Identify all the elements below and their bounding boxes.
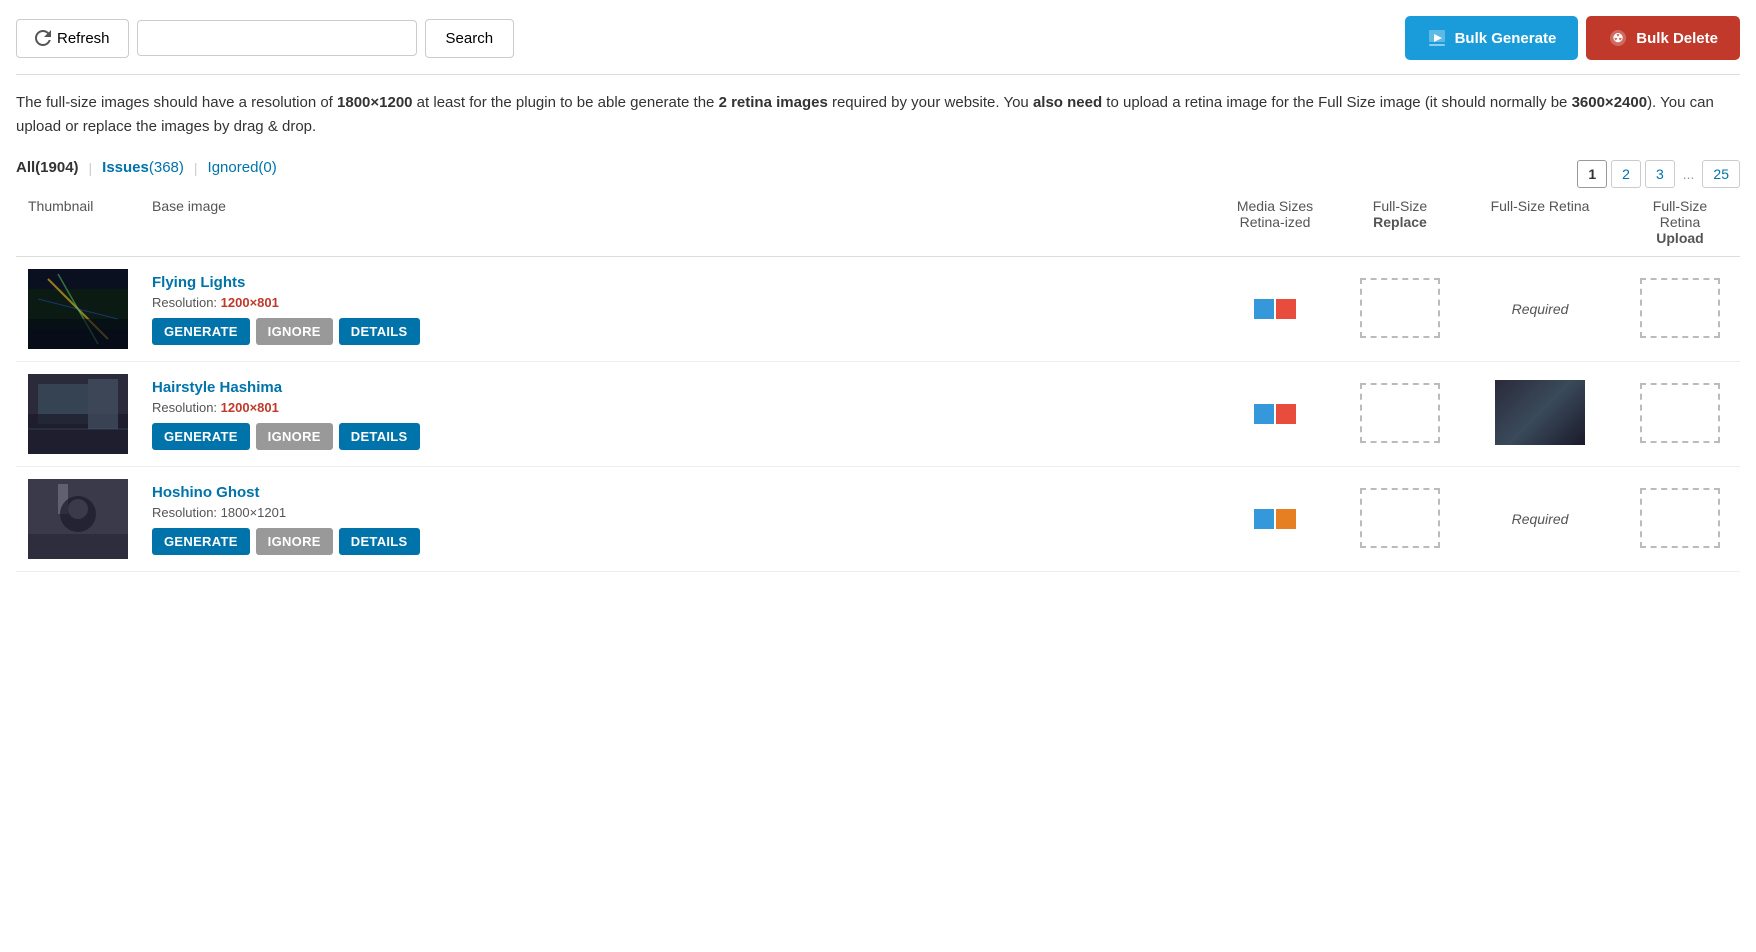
bulk-generate-button[interactable]: Bulk Generate (1405, 16, 1579, 60)
square-orange-hoshino (1276, 509, 1296, 529)
fullsize-replace-cell-flying-lights[interactable] (1340, 257, 1460, 362)
retina-thumb-hairstyle (1495, 380, 1585, 445)
table-header-row: Thumbnail Base image Media Sizes Retina-… (16, 188, 1740, 257)
fullsize-upload-dropzone-flying-lights[interactable] (1640, 278, 1720, 338)
action-buttons-hoshino: GENERATE IGNORE DETAILS (152, 528, 1198, 555)
square-red-hairstyle (1276, 404, 1296, 424)
base-cell-flying-lights: Flying Lights Resolution: 1200×801 GENER… (140, 257, 1210, 362)
color-squares-hoshino (1222, 509, 1328, 529)
fullsize-upload-cell-flying-lights[interactable] (1620, 257, 1740, 362)
fullsize-retina-cell-flying-lights: Required (1460, 257, 1620, 362)
square-blue-hoshino (1254, 509, 1274, 529)
ignore-button-hairstyle[interactable]: IGNORE (256, 423, 333, 450)
table-row: Flying Lights Resolution: 1200×801 GENER… (16, 257, 1740, 362)
thumbnail-flying-lights (28, 269, 128, 349)
thumbnail-hairstyle (28, 374, 128, 454)
fullsize-replace-dropzone-hairstyle[interactable] (1360, 383, 1440, 443)
details-button-hoshino[interactable]: DETAILS (339, 528, 420, 555)
resolution-hoshino: Resolution: 1800×1201 (152, 505, 1198, 520)
thumbnail-cell-hairstyle (16, 362, 140, 467)
image-title-hoshino[interactable]: Hoshino Ghost (152, 484, 1198, 501)
search-input[interactable] (137, 20, 417, 56)
generate-button-flying-lights[interactable]: GENERATE (152, 318, 250, 345)
fullsize-upload-cell-hoshino[interactable] (1620, 467, 1740, 572)
filter-tabs: All(1904) | Issues(368) | Ignored(0) (16, 159, 277, 176)
refresh-button[interactable]: Refresh (16, 19, 129, 58)
bulk-delete-icon: ☢ (1608, 28, 1628, 48)
square-red-flying-lights (1276, 299, 1296, 319)
fullsize-upload-cell-hairstyle[interactable] (1620, 362, 1740, 467)
page-25[interactable]: 25 (1702, 160, 1740, 188)
image-title-hairstyle[interactable]: Hairstyle Hashima (152, 379, 1198, 396)
ignore-button-flying-lights[interactable]: IGNORE (256, 318, 333, 345)
col-header-retina: Full-Size Retina (1460, 188, 1620, 257)
generate-button-hoshino[interactable]: GENERATE (152, 528, 250, 555)
fullsize-replace-dropzone-flying-lights[interactable] (1360, 278, 1440, 338)
base-cell-hairstyle: Hairstyle Hashima Resolution: 1200×801 G… (140, 362, 1210, 467)
fullsize-upload-dropzone-hoshino[interactable] (1640, 488, 1720, 548)
details-button-flying-lights[interactable]: DETAILS (339, 318, 420, 345)
fullsize-retina-cell-hairstyle (1460, 362, 1620, 467)
action-buttons-hairstyle: GENERATE IGNORE DETAILS (152, 423, 1198, 450)
page-1: 1 (1577, 160, 1607, 188)
details-button-hairstyle[interactable]: DETAILS (339, 423, 420, 450)
refresh-label: Refresh (57, 30, 110, 47)
page-2[interactable]: 2 (1611, 160, 1641, 188)
filter-ignored[interactable]: Ignored(0) (208, 159, 277, 176)
refresh-icon (35, 30, 51, 46)
generate-button-hairstyle[interactable]: GENERATE (152, 423, 250, 450)
square-blue-flying-lights (1254, 299, 1274, 319)
filters-row: All(1904) | Issues(368) | Ignored(0) 1 2… (16, 159, 1740, 188)
main-table: Thumbnail Base image Media Sizes Retina-… (16, 188, 1740, 572)
search-button[interactable]: Search (425, 19, 515, 58)
resolution-value-hoshino: 1800×1201 (221, 505, 286, 520)
fullsize-retina-cell-hoshino: Required (1460, 467, 1620, 572)
base-cell-hoshino: Hoshino Ghost Resolution: 1800×1201 GENE… (140, 467, 1210, 572)
filter-issues[interactable]: Issues(368) (102, 159, 184, 176)
page-3[interactable]: 3 (1645, 160, 1675, 188)
table-row: Hoshino Ghost Resolution: 1800×1201 GENE… (16, 467, 1740, 572)
bulk-delete-button[interactable]: ☢ Bulk Delete (1586, 16, 1740, 60)
image-title-flying-lights[interactable]: Flying Lights (152, 274, 1198, 291)
fullsize-replace-cell-hoshino[interactable] (1340, 467, 1460, 572)
ignore-button-hoshino[interactable]: IGNORE (256, 528, 333, 555)
svg-text:☢: ☢ (1613, 31, 1624, 45)
col-header-thumbnail: Thumbnail (16, 188, 140, 257)
square-blue-hairstyle (1254, 404, 1274, 424)
thumbnail-hoshino (28, 479, 128, 559)
resolution-value-hairstyle: 1200×801 (221, 400, 279, 415)
col-header-upload: Full-Size Retina Upload (1620, 188, 1740, 257)
color-squares-flying-lights (1222, 299, 1328, 319)
pagination: 1 2 3 ... 25 (1577, 160, 1740, 188)
thumbnail-cell-flying-lights (16, 257, 140, 362)
col-header-media: Media Sizes Retina-ized (1210, 188, 1340, 257)
media-cell-hairstyle (1210, 362, 1340, 467)
thumbnail-cell-hoshino (16, 467, 140, 572)
col-header-fullsize: Full-Size Replace (1340, 188, 1460, 257)
fullsize-replace-cell-hairstyle[interactable] (1340, 362, 1460, 467)
filter-all[interactable]: All(1904) (16, 159, 79, 176)
color-squares-hairstyle (1222, 404, 1328, 424)
retina-required-hoshino: Required (1512, 511, 1569, 527)
resolution-value-flying-lights: 1200×801 (221, 295, 279, 310)
resolution-flying-lights: Resolution: 1200×801 (152, 295, 1198, 310)
table-row: Hairstyle Hashima Resolution: 1200×801 G… (16, 362, 1740, 467)
action-buttons-flying-lights: GENERATE IGNORE DETAILS (152, 318, 1198, 345)
col-header-base: Base image (140, 188, 1210, 257)
fullsize-upload-dropzone-hairstyle[interactable] (1640, 383, 1720, 443)
retina-required-flying-lights: Required (1512, 301, 1569, 317)
fullsize-replace-dropzone-hoshino[interactable] (1360, 488, 1440, 548)
toolbar: Refresh Search Bulk Generate ☢ Bulk Dele… (16, 16, 1740, 75)
bulk-generate-icon (1427, 28, 1447, 48)
media-cell-hoshino (1210, 467, 1340, 572)
page-ellipsis: ... (1679, 161, 1699, 187)
resolution-hairstyle: Resolution: 1200×801 (152, 400, 1198, 415)
info-text: The full-size images should have a resol… (16, 91, 1740, 139)
media-cell-flying-lights (1210, 257, 1340, 362)
